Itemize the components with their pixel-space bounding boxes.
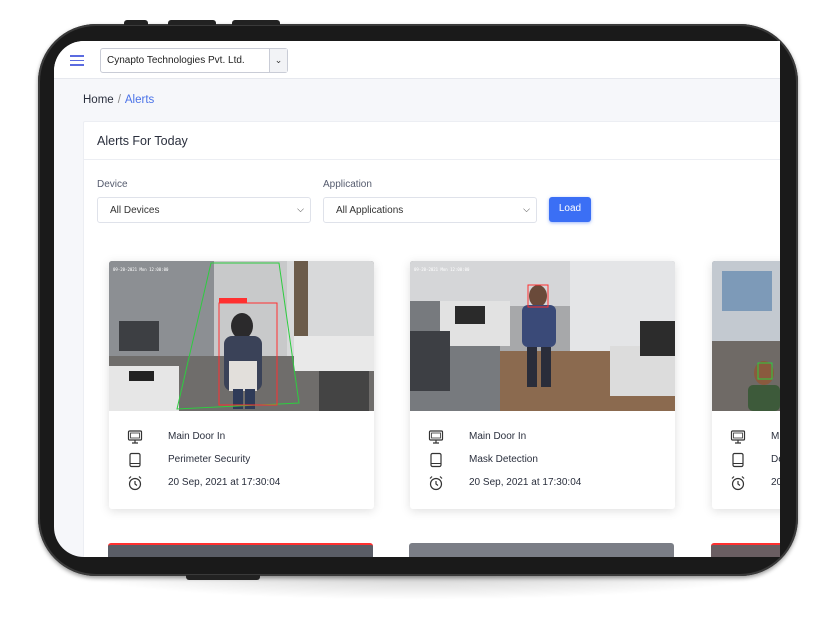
tablet-icon [430, 452, 442, 468]
chevron-down-icon: ⌵ [297, 204, 304, 214]
alert-time-row: 20 Sep, 2021 at 17:30:04 [428, 475, 668, 491]
chevron-down-icon: ⌵ [523, 204, 530, 214]
alert-application: De [771, 454, 780, 465]
device-button [232, 20, 280, 25]
alert-snapshot[interactable] [712, 261, 780, 411]
device-button [168, 20, 216, 25]
device-filter-label: Device [97, 179, 128, 190]
breadcrumb-separator: / [117, 94, 121, 106]
alert-device-row: Main Door In [127, 429, 367, 445]
alert-snapshot[interactable]: 09-20-2021 Mon 12:00:00 [410, 261, 675, 411]
alert-time: 20 [771, 477, 780, 488]
tablet-icon [129, 452, 141, 468]
application-filter-value: All Applications [336, 205, 404, 216]
alert-card-next-row[interactable] [409, 543, 674, 557]
monitor-icon [730, 430, 746, 444]
alert-application: Perimeter Security [168, 454, 251, 465]
alert-device: Main Door In [168, 431, 226, 442]
alarm-clock-icon [731, 476, 745, 491]
organization-label: Cynapto Technologies Pvt. Ltd. [107, 55, 245, 66]
alert-time: 20 Sep, 2021 at 17:30:04 [168, 477, 281, 488]
device-button [124, 20, 148, 25]
alert-application-row: Mask Detection [428, 452, 668, 468]
alarm-clock-icon [429, 476, 443, 491]
load-button[interactable]: Load [549, 197, 591, 222]
application-filter-label: Application [323, 179, 372, 190]
tablet-icon [732, 452, 744, 468]
alert-device: M [771, 431, 780, 442]
device-filter-value: All Devices [110, 205, 160, 216]
organization-select[interactable]: Cynapto Technologies Pvt. Ltd. ⌄ [100, 48, 288, 73]
alert-device-row: Main Door In [428, 429, 668, 445]
top-bar: Cynapto Technologies Pvt. Ltd. ⌄ [54, 41, 780, 79]
alerts-panel: Alerts For Today Device All Devices ⌵ Ap… [83, 121, 780, 557]
alert-card-next-row[interactable] [711, 543, 780, 557]
alert-application: Mask Detection [469, 454, 538, 465]
alert-application-row: Perimeter Security [127, 452, 367, 468]
alert-device: Main Door In [469, 431, 527, 442]
device-filter-select[interactable]: All Devices ⌵ [97, 197, 311, 223]
alert-time-row: 20 Sep, 2021 at 17:30:04 [127, 475, 367, 491]
breadcrumb: Home / Alerts [83, 94, 154, 106]
svg-text:09-20-2021 Mon 12:00:00: 09-20-2021 Mon 12:00:00 [414, 267, 470, 272]
panel-title: Alerts For Today [97, 134, 188, 148]
monitor-icon [127, 430, 143, 444]
breadcrumb-current[interactable]: Alerts [125, 94, 154, 106]
breadcrumb-home[interactable]: Home [83, 94, 114, 106]
alert-card[interactable]: 09-20-2021 Mon 12:00:00 Main Door In Mas… [410, 261, 675, 509]
alert-card[interactable]: M De 20 [712, 261, 780, 509]
svg-text:09-20-2021 Mon 12:00:00: 09-20-2021 Mon 12:00:00 [113, 267, 169, 272]
hamburger-icon[interactable] [70, 55, 84, 66]
alert-application-row: De [730, 452, 780, 468]
alert-card-next-row[interactable] [108, 543, 373, 557]
alarm-clock-icon [128, 476, 142, 491]
application-filter-select[interactable]: All Applications ⌵ [323, 197, 537, 223]
screen: Cynapto Technologies Pvt. Ltd. ⌄ Home / Al… [54, 41, 780, 557]
alert-snapshot[interactable]: 09-20-2021 Mon 12:00:00 [109, 261, 374, 411]
alert-time: 20 Sep, 2021 at 17:30:04 [469, 477, 582, 488]
stage: Cynapto Technologies Pvt. Ltd. ⌄ Home / Al… [0, 0, 833, 622]
alert-device-row: M [730, 429, 780, 445]
alert-time-row: 20 [730, 475, 780, 491]
device-button [186, 575, 260, 580]
alert-card[interactable]: 09-20-2021 Mon 12:00:00 Main Door In Per… [109, 261, 374, 509]
divider [84, 159, 780, 160]
monitor-icon [428, 430, 444, 444]
chevron-down-icon: ⌄ [269, 49, 287, 72]
